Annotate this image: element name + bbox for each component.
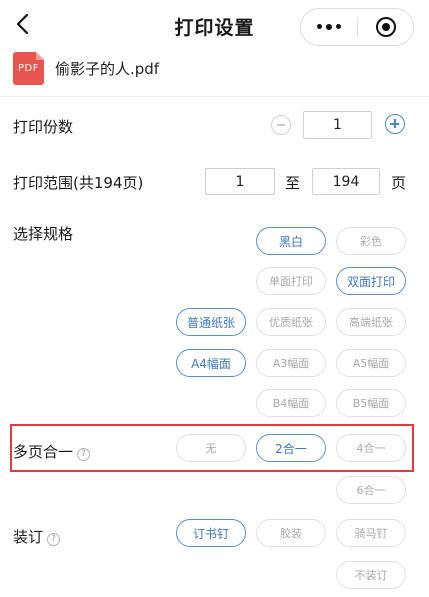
option-double-sided[interactable]: 双面打印 [336, 267, 406, 295]
option-size-a3[interactable]: A3幅面 [256, 349, 326, 377]
option-binding-saddle[interactable]: 骑马钉 [336, 519, 406, 547]
copies-label: 打印份数 [13, 118, 74, 136]
option-single-sided[interactable]: 单面打印 [256, 267, 326, 295]
more-menu-button[interactable] [301, 9, 357, 45]
option-multipage-2in1[interactable]: 2合一 [256, 434, 326, 462]
close-mini-program-button[interactable] [358, 9, 414, 45]
option-paper-standard[interactable]: 普通纸张 [176, 308, 246, 336]
close-target-icon [376, 17, 396, 37]
file-name: 偷影子的人.pdf [55, 60, 160, 78]
range-unit: 页 [391, 174, 407, 192]
copies-input[interactable]: 1 [303, 111, 372, 139]
pdf-icon-fold [36, 52, 44, 60]
binding-label: 装订? [13, 526, 61, 547]
increase-copies-button[interactable] [385, 114, 405, 134]
more-dots-icon [317, 24, 341, 30]
range-label: 打印范围(共194页) [13, 174, 144, 192]
spec-label: 选择规格 [13, 225, 74, 243]
option-paper-quality[interactable]: 优质纸张 [256, 308, 326, 336]
option-black-white[interactable]: 黑白 [256, 227, 326, 255]
binding-help-icon[interactable]: ? [47, 533, 61, 546]
option-binding-glue[interactable]: 胶装 [256, 519, 326, 547]
multipage-label-text: 多页合一 [13, 443, 74, 461]
option-color[interactable]: 彩色 [336, 227, 406, 255]
option-binding-none[interactable]: 不装订 [336, 561, 406, 589]
minus-icon [277, 124, 285, 126]
multipage-help-icon[interactable]: ? [77, 448, 91, 461]
option-multipage-4in1[interactable]: 4合一 [336, 434, 406, 462]
binding-label-text: 装订 [13, 528, 44, 546]
option-multipage-6in1[interactable]: 6合一 [336, 476, 406, 504]
option-binding-staple[interactable]: 订书钉 [176, 519, 246, 547]
option-size-b5[interactable]: B5幅面 [336, 389, 406, 417]
divider [0, 96, 429, 97]
multipage-label: 多页合一? [13, 441, 91, 462]
range-to-label: 至 [285, 174, 301, 192]
decrease-copies-button[interactable] [271, 115, 291, 135]
option-multipage-none[interactable]: 无 [176, 434, 246, 462]
option-size-a4[interactable]: A4幅面 [176, 349, 246, 377]
mini-program-capsule [300, 8, 414, 46]
option-paper-premium[interactable]: 高端纸张 [336, 308, 406, 336]
range-from-input[interactable]: 1 [205, 168, 275, 195]
option-size-b4[interactable]: B4幅面 [256, 389, 326, 417]
option-size-a5[interactable]: A5幅面 [336, 349, 406, 377]
range-to-input[interactable]: 194 [312, 168, 380, 195]
